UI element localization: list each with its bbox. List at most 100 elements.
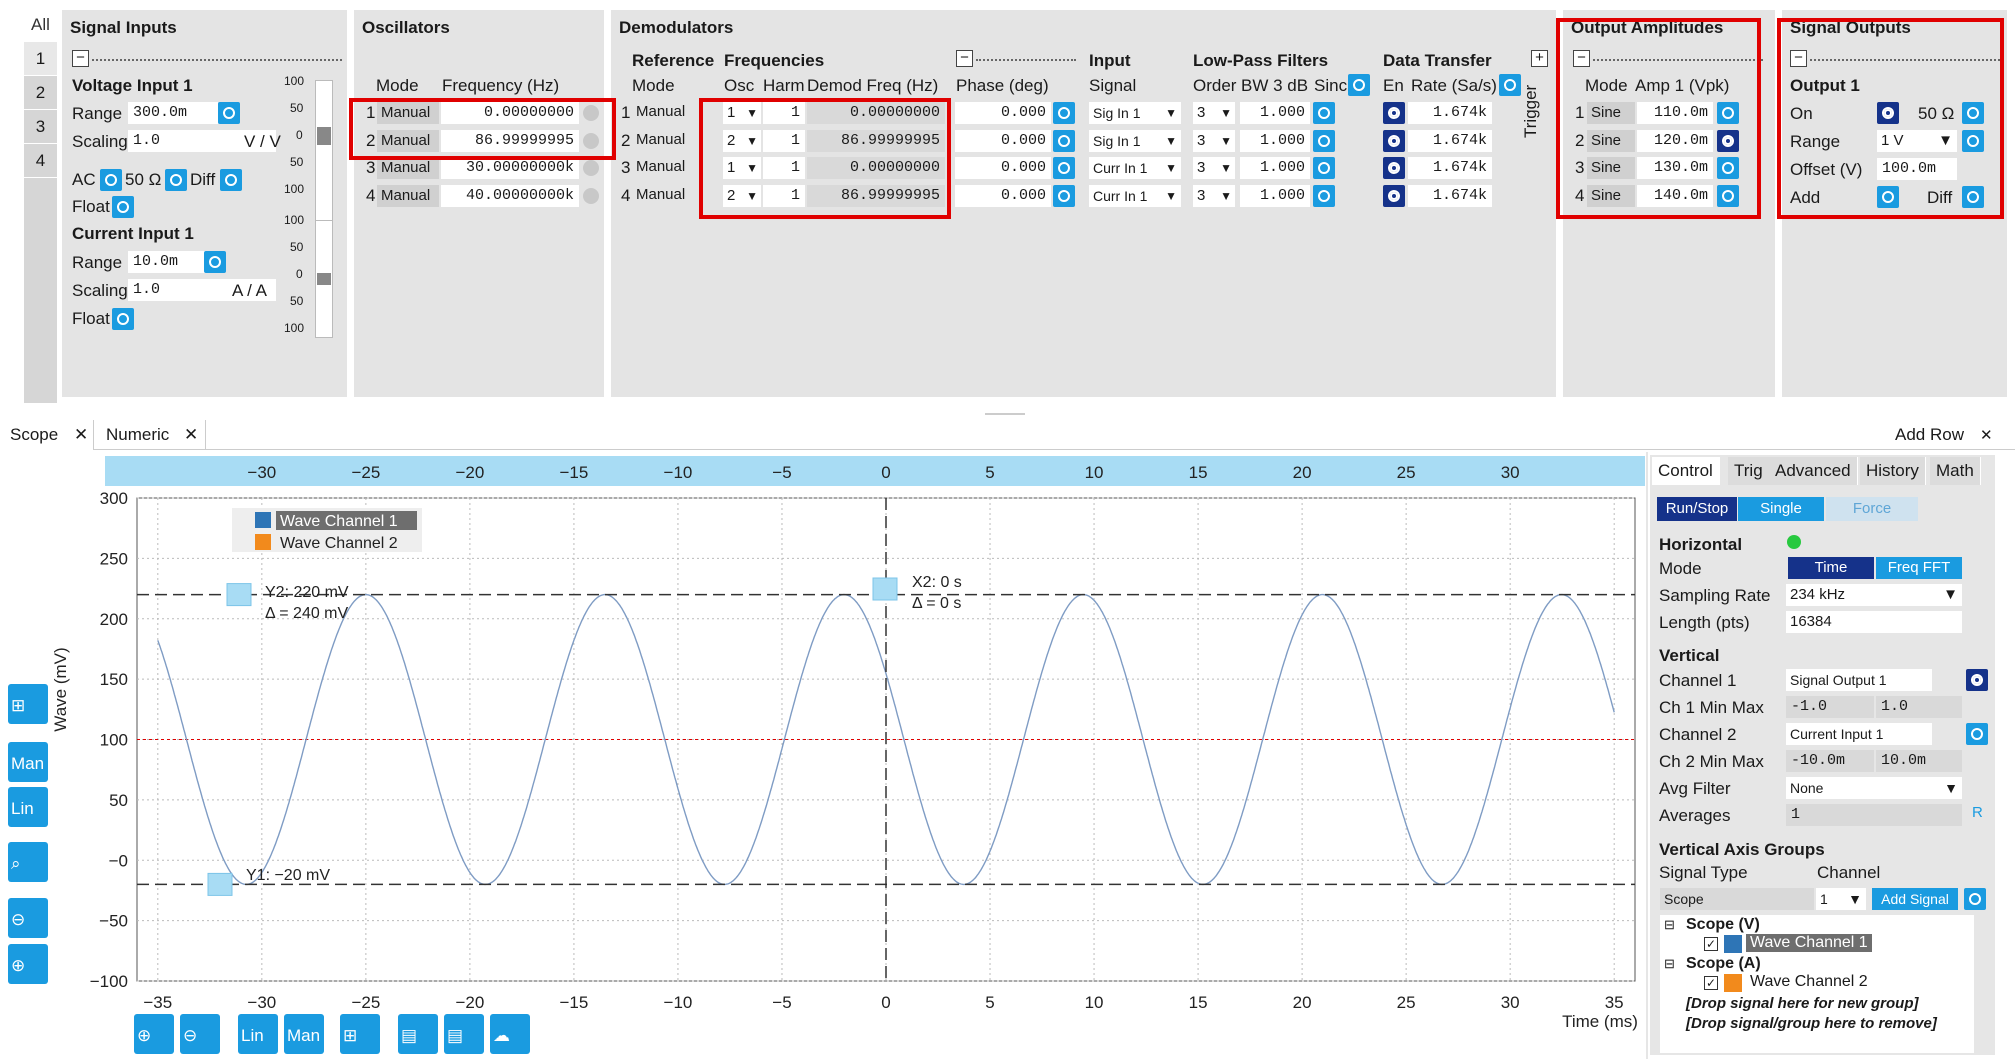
sinc-toggle[interactable] [1313, 129, 1335, 152]
phase-field[interactable]: 0.000 [955, 129, 1051, 152]
save-data-button[interactable]: ▤ [444, 1014, 484, 1054]
transfer-enable-toggle[interactable] [1383, 157, 1405, 179]
scope-chart[interactable]: −35 −30 −25 −20 −15 −10 −5 0 5 10 15 20 25 30 35−30 −25… [0, 452, 1648, 1059]
input-signal-select[interactable]: Sig In 1 ▼ [1089, 102, 1181, 124]
bw-field[interactable]: 1.000 [1240, 129, 1310, 152]
ac-toggle[interactable] [100, 169, 122, 191]
phase-field[interactable]: 0.000 [955, 102, 1051, 124]
single-button[interactable]: Single [1738, 497, 1824, 521]
zero-phase-button[interactable] [1053, 184, 1075, 207]
reset-button[interactable]: R [1972, 804, 1983, 821]
mode-fft-button[interactable]: Freq FFT [1876, 557, 1962, 579]
sinc-toggle[interactable] [1313, 157, 1335, 179]
tab-1[interactable]: 1 [24, 42, 57, 76]
channel-select[interactable]: 1 ▼ [1816, 888, 1866, 910]
osc-frequency-field[interactable]: 30.00000000k [441, 157, 579, 179]
tab-trig[interactable]: Trig [1728, 457, 1770, 485]
tree-item-label[interactable]: Wave Channel 1 [1746, 934, 1872, 952]
checkbox[interactable]: ✓ [1704, 937, 1718, 951]
rate-all-button[interactable] [1499, 74, 1521, 96]
tree-expand-icon[interactable]: ⊟ [1664, 956, 1675, 972]
channel1-enable[interactable] [1966, 669, 1988, 691]
tab-4[interactable]: 4 [24, 144, 57, 178]
close-icon[interactable]: ✕ [74, 420, 88, 450]
signal-type-select[interactable]: Scope [1660, 888, 1814, 910]
float-toggle[interactable] [112, 196, 134, 218]
tab-scope[interactable]: Scope ✕ [0, 420, 94, 450]
tab-2[interactable]: 2 [24, 76, 57, 110]
tab-math[interactable]: Math [1930, 457, 1981, 485]
collapse-button[interactable]: − [956, 50, 973, 67]
tab-control[interactable]: Control [1652, 457, 1720, 485]
zero-phase-button[interactable] [1053, 129, 1075, 152]
phase-field[interactable]: 0.000 [955, 157, 1051, 179]
checkbox[interactable]: ✓ [1704, 976, 1718, 990]
length-field[interactable]: 16384 [1786, 611, 1962, 633]
avg-filter-select[interactable]: None ▼ [1786, 777, 1962, 799]
add-signal-button[interactable]: Add Signal [1872, 888, 1958, 910]
rate-field[interactable]: 1.674k [1408, 129, 1492, 152]
averages-field[interactable]: 1 [1786, 804, 1962, 826]
channel2-enable[interactable] [1966, 723, 1988, 745]
tab-history[interactable]: History [1860, 457, 1926, 485]
tree-button[interactable] [1964, 888, 1986, 910]
input-signal-select[interactable]: Curr In 1 ▼ [1089, 184, 1181, 207]
input-signal-select[interactable]: Sig In 1 ▼ [1089, 129, 1181, 152]
voltage-range-field[interactable]: 300.0m [128, 102, 218, 124]
ch2-max-field[interactable]: 10.0m [1876, 750, 1962, 772]
rate-field[interactable]: 1.674k [1408, 184, 1492, 207]
tab-all[interactable]: All [24, 8, 57, 42]
rate-field[interactable]: 1.674k [1408, 157, 1492, 179]
bw-field[interactable]: 1.000 [1240, 157, 1310, 179]
order-select[interactable]: 3 ▼ [1193, 102, 1235, 124]
diff-toggle[interactable] [220, 169, 242, 191]
rate-field[interactable]: 1.674k [1408, 102, 1492, 124]
zoom-in-x-button[interactable]: ⊕ [134, 1014, 174, 1054]
mode-time-button[interactable]: Time [1788, 557, 1874, 579]
zoom-fit-button[interactable]: ⌕ [8, 842, 48, 882]
drop-zone-remove[interactable]: [Drop signal/group here to remove] [1686, 1015, 1937, 1032]
cursor-tool-button[interactable]: ⊞ [8, 684, 48, 724]
ohm-toggle[interactable] [165, 169, 187, 191]
drop-zone-new-group[interactable]: [Drop signal here for new group] [1686, 995, 1919, 1012]
save-plot-button[interactable]: ▤ [398, 1014, 438, 1054]
add-row-button[interactable]: Add Row [1885, 420, 1974, 450]
man-scale-button[interactable]: Man [8, 742, 48, 782]
tree-item-label[interactable]: Wave Channel 2 [1750, 973, 1868, 991]
ch1-min-field[interactable]: -1.0 [1786, 696, 1874, 718]
tab-advanced[interactable]: Advanced [1769, 457, 1858, 485]
transfer-enable-toggle[interactable] [1383, 102, 1405, 124]
channel2-select[interactable]: Current Input 1 [1786, 723, 1932, 745]
tab-3[interactable]: 3 [24, 110, 57, 144]
zero-phase-button[interactable] [1053, 157, 1075, 179]
auto-range-button[interactable] [204, 251, 226, 273]
sampling-rate-select[interactable]: 234 kHz ▼ [1786, 584, 1962, 606]
float-toggle[interactable] [112, 308, 134, 330]
splitter-handle[interactable] [985, 413, 1025, 415]
order-select[interactable]: 3 ▼ [1193, 129, 1235, 152]
lin-x-button[interactable]: Lin [238, 1014, 278, 1054]
close-icon[interactable]: ✕ [184, 420, 198, 450]
auto-range-button[interactable] [218, 102, 240, 124]
tree-expand-icon[interactable]: ⊟ [1664, 917, 1675, 933]
bw-field[interactable]: 1.000 [1240, 184, 1310, 207]
phase-field[interactable]: 0.000 [955, 184, 1051, 207]
ch2-min-field[interactable]: -10.0m [1786, 750, 1874, 772]
ch1-max-field[interactable]: 1.0 [1876, 696, 1962, 718]
osc-frequency-field[interactable]: 40.00000000k [441, 184, 579, 207]
order-select[interactable]: 3 ▼ [1193, 184, 1235, 207]
bw-field[interactable]: 1.000 [1240, 102, 1310, 124]
lin-scale-button[interactable]: Lin [8, 787, 48, 827]
sinc-all-button[interactable] [1348, 74, 1370, 96]
cursor-x-button[interactable]: ⊞ [340, 1014, 380, 1054]
transfer-enable-toggle[interactable] [1383, 129, 1405, 152]
osc-mode-select[interactable]: Manual [377, 184, 439, 207]
zero-phase-button[interactable] [1053, 102, 1075, 124]
force-button[interactable]: Force [1826, 497, 1918, 521]
close-icon[interactable]: ✕ [1980, 426, 1993, 444]
collapse-button[interactable]: − [72, 50, 89, 67]
cloud-upload-button[interactable]: ☁ [490, 1014, 530, 1054]
zoom-in-button[interactable]: ⊕ [8, 944, 48, 984]
man-x-button[interactable]: Man [284, 1014, 324, 1054]
sinc-toggle[interactable] [1313, 102, 1335, 124]
